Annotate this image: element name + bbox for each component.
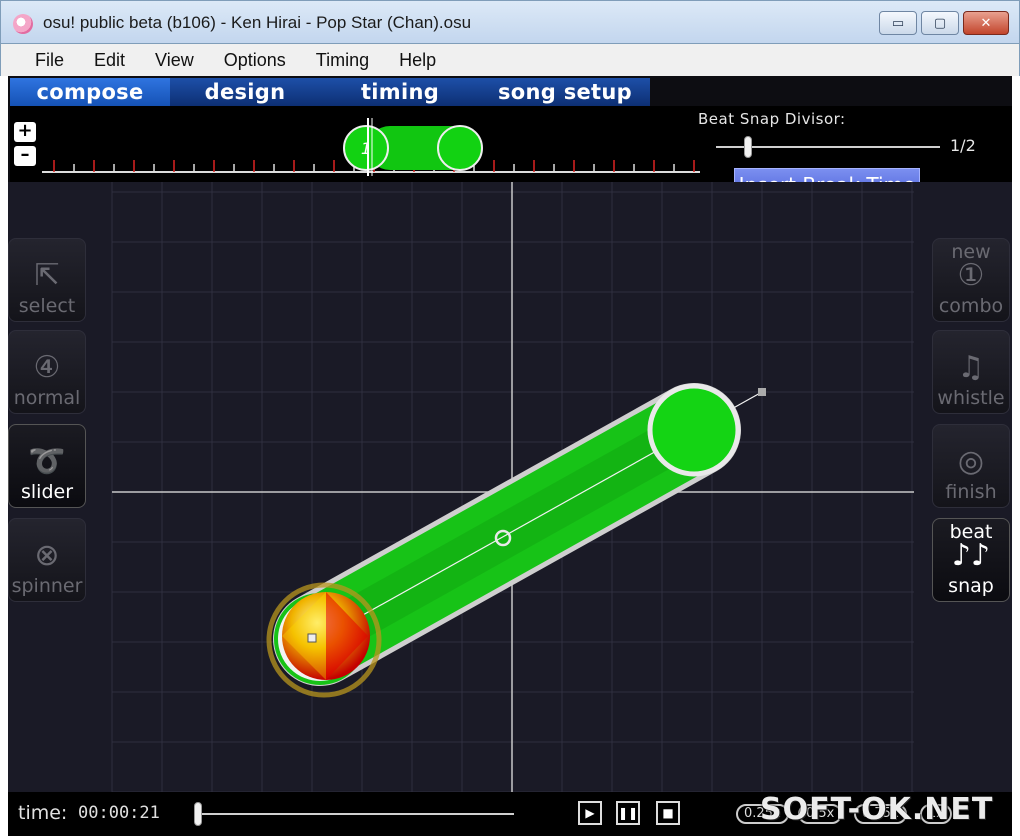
tool-select-label: select — [18, 295, 76, 317]
spinner-icon: ⊗ — [34, 538, 60, 573]
tool-slider-label: slider — [20, 481, 74, 503]
zoom-in-button[interactable]: + — [14, 122, 36, 142]
tool-spinner[interactable]: ⊗ spinner — [8, 518, 86, 602]
song-seek-thumb[interactable] — [194, 802, 202, 826]
window-controls: ▭ ▢ ✕ — [879, 11, 1009, 35]
tab-compose[interactable]: compose — [10, 78, 170, 106]
new-combo-icon: ① — [957, 258, 985, 293]
menu-bar: File Edit View Options Timing Help — [0, 44, 1020, 76]
menu-timing[interactable]: Timing — [316, 50, 369, 71]
playfield[interactable]: ⇱ select ④ normal ➰ slider ⊗ spinner new… — [8, 182, 1012, 792]
window-title: osu! public beta (b106) - Ken Hirai - Po… — [43, 13, 472, 32]
slider-control-point — [758, 388, 766, 396]
toggle-whistle[interactable]: ♫ whistle — [932, 330, 1010, 414]
time-label: time: — [18, 802, 68, 824]
playfield-grid — [111, 182, 914, 792]
whistle-label: whistle — [937, 387, 1005, 409]
beat-snap-icon: ♪♪ — [951, 538, 991, 573]
zoom-out-button[interactable]: – — [14, 146, 36, 166]
mode-tabs: compose design timing song setup — [10, 78, 650, 106]
menu-edit[interactable]: Edit — [94, 50, 125, 71]
time-value: 00:00:21 — [78, 803, 160, 823]
maximize-button[interactable]: ▢ — [921, 11, 959, 35]
beat-snap-slider-thumb[interactable] — [744, 136, 752, 158]
tool-normal-label: normal — [13, 387, 81, 409]
finish-label: finish — [945, 481, 997, 503]
toggle-new-combo[interactable]: new ① combo — [932, 238, 1010, 322]
slider-start-point — [307, 633, 317, 643]
menu-view[interactable]: View — [155, 50, 194, 71]
tool-normal[interactable]: ④ normal — [8, 330, 86, 414]
menu-help[interactable]: Help — [399, 50, 436, 71]
timeline[interactable]: 1 — [40, 106, 700, 182]
window-titlebar: osu! public beta (b106) - Ken Hirai - Po… — [0, 0, 1020, 44]
new-combo-top-label: new — [951, 241, 991, 263]
cymbal-icon: ◎ — [957, 444, 985, 479]
beat-snap-label: Beat Snap Divisor: — [698, 110, 846, 128]
slider-object — [266, 383, 766, 698]
cursor-icon: ⇱ — [34, 258, 60, 293]
tool-select[interactable]: ⇱ select — [8, 238, 86, 322]
pause-button[interactable]: ❚❚ — [616, 801, 640, 825]
menu-options[interactable]: Options — [224, 50, 286, 71]
tab-song-setup[interactable]: song setup — [480, 78, 650, 106]
close-button[interactable]: ✕ — [963, 11, 1009, 35]
timeline-combo-number: 1 — [361, 139, 371, 158]
slider-icon: ➰ — [28, 444, 66, 479]
timeline-panel: + – 1 Beat Snap Divisor: 1/2 Insert Brea… — [10, 106, 1012, 202]
stop-button[interactable]: ■ — [656, 801, 680, 825]
osu-app-icon — [13, 14, 33, 34]
song-seek-track[interactable] — [194, 813, 514, 815]
tab-design[interactable]: design — [170, 78, 320, 106]
watermark-text: SOFT-OK.NET — [760, 792, 994, 827]
beat-snap-top-label: beat — [949, 521, 993, 543]
whistle-icon: ♫ — [957, 350, 985, 385]
minimize-button[interactable]: ▭ — [879, 11, 917, 35]
beat-snap-toggle-label: snap — [948, 575, 994, 597]
new-combo-label: combo — [938, 295, 1004, 317]
tool-slider[interactable]: ➰ slider — [8, 424, 86, 508]
beat-snap-value: 1/2 — [950, 136, 976, 155]
toggle-beat-snap[interactable]: beat ♪♪ snap — [932, 518, 1010, 602]
editor-area: compose design timing song setup + – 1 B… — [8, 76, 1012, 836]
tab-timing[interactable]: timing — [320, 78, 480, 106]
tool-spinner-label: spinner — [11, 575, 83, 597]
timeline-slider-tail — [437, 125, 483, 171]
menu-file[interactable]: File — [35, 50, 64, 71]
toggle-finish[interactable]: ◎ finish — [932, 424, 1010, 508]
play-button[interactable]: ▶ — [578, 801, 602, 825]
hitcircle-icon: ④ — [33, 350, 61, 385]
slider-end-circle — [647, 383, 741, 477]
